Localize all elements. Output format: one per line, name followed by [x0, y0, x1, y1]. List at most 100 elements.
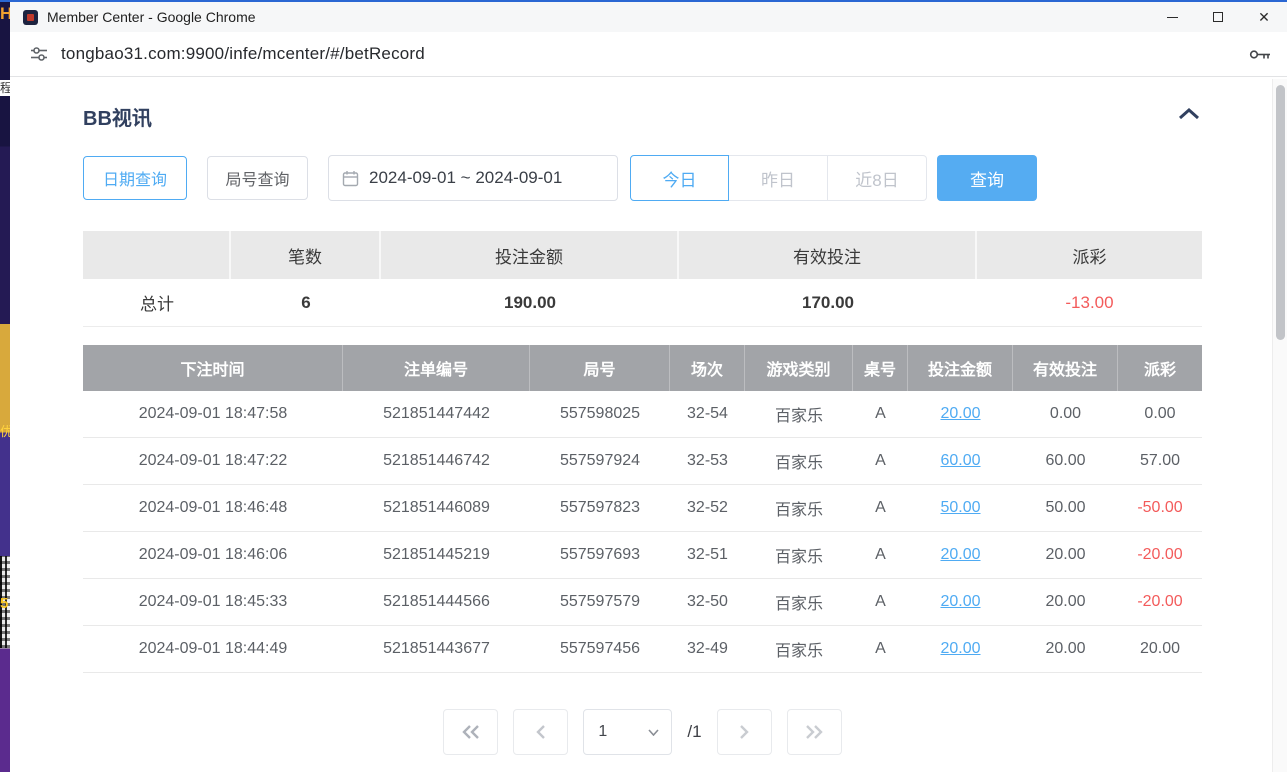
cell-time: 2024-09-01 18:45:33: [83, 579, 343, 625]
summary-valid-value: 170.00: [679, 279, 977, 326]
page-scrollbar[interactable]: [1272, 79, 1287, 772]
close-button[interactable]: ✕: [1241, 2, 1287, 32]
summary-count-value: 6: [231, 279, 381, 326]
url-text[interactable]: tongbao31.com:9900/infe/mcenter/#/betRec…: [61, 44, 425, 64]
browser-urlbar[interactable]: tongbao31.com:9900/infe/mcenter/#/betRec…: [10, 32, 1287, 77]
bet-amount-link[interactable]: 20.00: [908, 626, 1013, 672]
page-select-value: 1: [598, 723, 607, 741]
background-fragment: 5: [0, 596, 10, 611]
cell-round: 557597579: [530, 579, 670, 625]
summary-header-row: 笔数 投注金额 有效投注 派彩: [83, 231, 1202, 279]
page-total: /1: [687, 722, 701, 742]
column-header-order: 注单编号: [343, 345, 530, 391]
filter-toolbar: 日期查询 局号查询 2024-09-01 ~ 2024-09-01 今日 昨日 …: [83, 155, 1202, 201]
window-controls: ✕: [1149, 2, 1287, 32]
cell-table: A: [853, 532, 908, 578]
date-range-input[interactable]: 2024-09-01 ~ 2024-09-01: [328, 155, 618, 201]
cell-game: 百家乐: [745, 438, 853, 484]
chevron-right-icon: [738, 724, 750, 740]
cell-round: 557597693: [530, 532, 670, 578]
page-select[interactable]: 1: [583, 709, 672, 755]
cell-session: 32-54: [670, 391, 745, 437]
last-page-button[interactable]: [787, 709, 842, 755]
bet-amount-link[interactable]: 50.00: [908, 485, 1013, 531]
cell-table: A: [853, 485, 908, 531]
bet-amount-link[interactable]: 20.00: [908, 532, 1013, 578]
cell-time: 2024-09-01 18:46:48: [83, 485, 343, 531]
bet-amount-link[interactable]: 20.00: [908, 391, 1013, 437]
last8days-button[interactable]: 近8日: [828, 155, 927, 201]
screen: H 程 优 5 Member Center - Google Chrome ✕: [0, 0, 1287, 772]
cell-time: 2024-09-01 18:44:49: [83, 626, 343, 672]
section-header: BB视讯: [83, 101, 1202, 131]
column-header-time: 下注时间: [83, 345, 343, 391]
bet-record-page: BB视讯 日期查询 局号查询 2024-09-01 ~ 2024-09-01 今…: [10, 79, 1287, 772]
cell-table: A: [853, 391, 908, 437]
site-settings-tune-icon[interactable]: [25, 45, 53, 63]
cell-session: 32-51: [670, 532, 745, 578]
window-title: Member Center - Google Chrome: [47, 9, 256, 25]
prev-page-button[interactable]: [513, 709, 568, 755]
minimize-button[interactable]: [1149, 2, 1195, 32]
cell-order: 521851447442: [343, 391, 530, 437]
browser-window: Member Center - Google Chrome ✕ tongbao3…: [10, 2, 1287, 772]
cell-table: A: [853, 438, 908, 484]
search-button[interactable]: 查询: [937, 155, 1037, 201]
cell-payout: -50.00: [1118, 485, 1202, 531]
cell-session: 32-49: [670, 626, 745, 672]
column-header-session: 场次: [670, 345, 745, 391]
scrollbar-thumb[interactable]: [1276, 85, 1285, 340]
cell-round: 557598025: [530, 391, 670, 437]
summary-bet-value: 190.00: [381, 279, 679, 326]
window-titlebar[interactable]: Member Center - Google Chrome ✕: [10, 2, 1287, 32]
next-page-button[interactable]: [717, 709, 772, 755]
cell-payout: 57.00: [1118, 438, 1202, 484]
cell-time: 2024-09-01 18:46:06: [83, 532, 343, 578]
maximize-icon: [1213, 12, 1223, 22]
summary-header-valid: 有效投注: [679, 231, 977, 279]
double-chevron-left-icon: [461, 724, 481, 740]
cell-round: 557597823: [530, 485, 670, 531]
column-header-valid: 有效投注: [1013, 345, 1118, 391]
date-range-value: 2024-09-01 ~ 2024-09-01: [369, 168, 562, 188]
cell-order: 521851443677: [343, 626, 530, 672]
cell-session: 32-53: [670, 438, 745, 484]
cell-game: 百家乐: [745, 579, 853, 625]
today-button[interactable]: 今日: [630, 155, 729, 201]
background-window-strip: H 程 优 5: [0, 0, 10, 772]
cell-valid: 60.00: [1013, 438, 1118, 484]
maximize-button[interactable]: [1195, 2, 1241, 32]
background-fragment: 优: [0, 425, 10, 438]
cell-table: A: [853, 626, 908, 672]
cell-payout: -20.00: [1118, 532, 1202, 578]
cell-payout: -20.00: [1118, 579, 1202, 625]
bet-record-table: 下注时间 注单编号 局号 场次 游戏类别 桌号 投注金额 有效投注 派彩 202…: [83, 345, 1202, 673]
date-query-tab[interactable]: 日期查询: [83, 156, 187, 200]
password-key-icon[interactable]: [1249, 48, 1271, 66]
close-icon: ✕: [1258, 9, 1270, 26]
collapse-section-button[interactable]: [1176, 103, 1202, 129]
cell-session: 32-52: [670, 485, 745, 531]
cell-game: 百家乐: [745, 626, 853, 672]
bet-amount-link[interactable]: 60.00: [908, 438, 1013, 484]
table-row: 2024-09-01 18:47:58 521851447442 5575980…: [83, 391, 1202, 438]
cell-valid: 20.00: [1013, 626, 1118, 672]
bet-amount-link[interactable]: 20.00: [908, 579, 1013, 625]
cell-table: A: [853, 579, 908, 625]
background-fragment: 程: [0, 80, 10, 96]
cell-payout: 0.00: [1118, 391, 1202, 437]
chevron-up-icon: [1178, 108, 1200, 120]
cell-time: 2024-09-01 18:47:22: [83, 438, 343, 484]
summary-total-label: 总计: [83, 279, 231, 326]
window-accent-border: [0, 0, 1287, 2]
round-query-tab[interactable]: 局号查询: [207, 156, 308, 200]
cell-time: 2024-09-01 18:47:58: [83, 391, 343, 437]
cell-order: 521851445219: [343, 532, 530, 578]
yesterday-button[interactable]: 昨日: [729, 155, 828, 201]
first-page-button[interactable]: [443, 709, 498, 755]
table-row: 2024-09-01 18:45:33 521851444566 5575975…: [83, 579, 1202, 626]
summary-header-bet: 投注金额: [381, 231, 679, 279]
cell-round: 557597456: [530, 626, 670, 672]
column-header-payout: 派彩: [1118, 345, 1202, 391]
cell-round: 557597924: [530, 438, 670, 484]
